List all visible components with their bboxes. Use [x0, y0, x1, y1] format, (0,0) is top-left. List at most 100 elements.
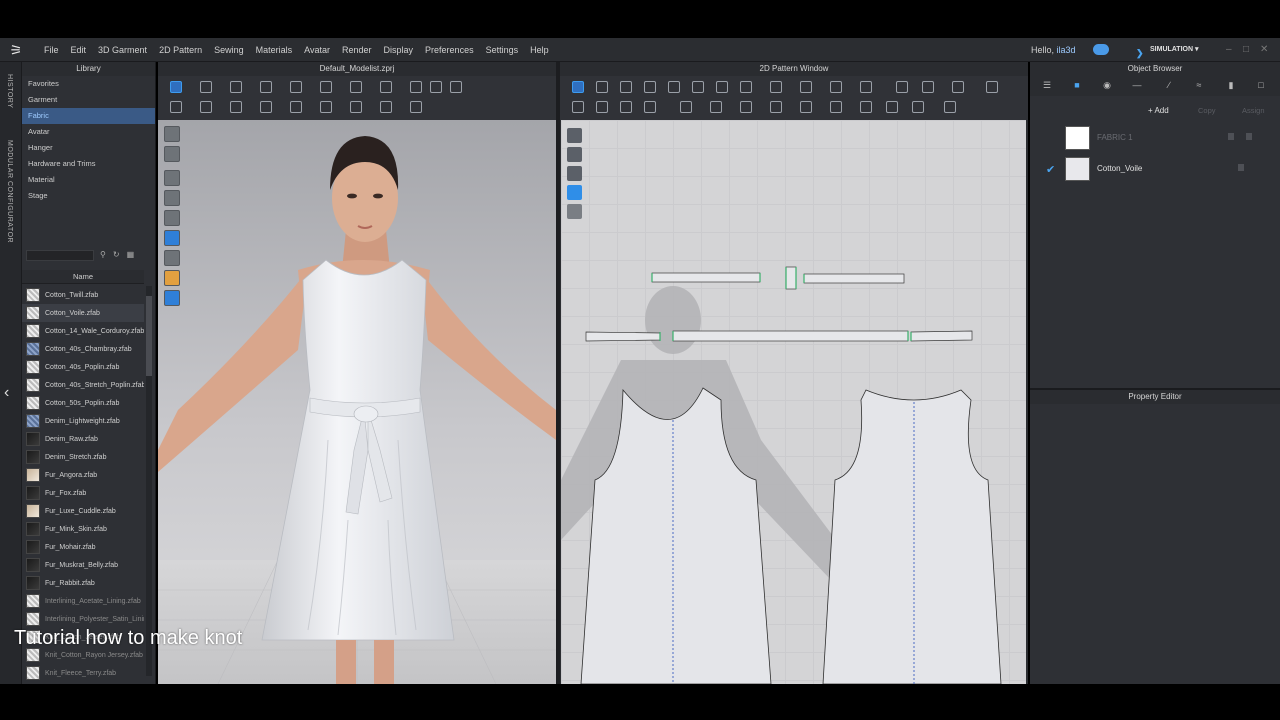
- library-file-row[interactable]: Denim_Lightweight.zfab: [22, 412, 144, 430]
- display-garment-icon[interactable]: [164, 146, 180, 162]
- fabric-grain-icon[interactable]: [800, 101, 812, 113]
- history-tab[interactable]: HISTORY: [6, 74, 13, 108]
- menu-avatar[interactable]: Avatar: [298, 38, 336, 62]
- ruler-icon[interactable]: [800, 81, 812, 93]
- stitch-tool-icon[interactable]: [230, 101, 242, 113]
- menu-materials[interactable]: Materials: [250, 38, 299, 62]
- topstitch-tool-icon[interactable]: [260, 101, 272, 113]
- library-tree-hanger[interactable]: Hanger: [22, 140, 155, 156]
- fabric-item[interactable]: ✔ Cotton_Voile: [1030, 157, 1280, 181]
- transform-tool-icon[interactable]: [200, 81, 212, 93]
- shirring-tool-icon[interactable]: [430, 81, 442, 93]
- library-file-row[interactable]: Cotton_50s_Poplin.zfab: [22, 394, 144, 412]
- edit-curvature-icon[interactable]: [620, 81, 632, 93]
- menu-display[interactable]: Display: [378, 38, 420, 62]
- brush-tool-icon[interactable]: [410, 81, 422, 93]
- user-greeting[interactable]: Hello, ila3d: [1031, 38, 1076, 62]
- stretch-icon[interactable]: [886, 101, 898, 113]
- text-icon[interactable]: [896, 81, 908, 93]
- search-icon[interactable]: ⚲: [100, 250, 106, 259]
- library-file-row[interactable]: Fur_Fox.zfab: [22, 484, 144, 502]
- menu-file[interactable]: File: [38, 38, 65, 62]
- 3d-viewport[interactable]: [158, 120, 556, 684]
- fabric-item[interactable]: FABRIC 1: [1030, 126, 1280, 150]
- add-button[interactable]: + Add: [1148, 106, 1169, 115]
- restore-icon[interactable]: □: [1243, 38, 1249, 62]
- menu-edit[interactable]: Edit: [65, 38, 93, 62]
- delete-item-icon[interactable]: [1238, 164, 1244, 171]
- check-sewing-icon[interactable]: [770, 101, 782, 113]
- transform-pattern-icon[interactable]: [572, 81, 584, 93]
- library-tree-favorites[interactable]: Favorites: [22, 76, 155, 92]
- offset-icon[interactable]: [644, 101, 656, 113]
- trace-icon[interactable]: [740, 81, 752, 93]
- tape-tool-icon[interactable]: [450, 81, 462, 93]
- globe-icon[interactable]: [164, 290, 180, 306]
- shading-icon[interactable]: [164, 250, 180, 266]
- zipper-tool-icon[interactable]: [290, 101, 302, 113]
- internal-polygon-icon[interactable]: [770, 81, 782, 93]
- tack-tool-icon[interactable]: [320, 81, 332, 93]
- rectangle-icon[interactable]: [644, 81, 656, 93]
- circle-icon[interactable]: [692, 81, 704, 93]
- copy-button[interactable]: Copy: [1198, 106, 1216, 115]
- measure-tool-icon[interactable]: [350, 81, 362, 93]
- library-tree-material[interactable]: Material: [22, 172, 155, 188]
- avatar-skin-icon[interactable]: [164, 270, 180, 286]
- edit-point-icon[interactable]: [596, 81, 608, 93]
- library-tree-fabric[interactable]: Fabric: [22, 108, 155, 124]
- curve-tool-icon[interactable]: [860, 101, 872, 113]
- library-tree-hardware-and-trims[interactable]: Hardware and Trims: [22, 156, 155, 172]
- puckering-icon[interactable]: [740, 101, 752, 113]
- library-file-row[interactable]: Fur_Rabbit.zfab: [22, 574, 144, 592]
- menu-help[interactable]: Help: [524, 38, 555, 62]
- fold-tool-icon[interactable]: [260, 81, 272, 93]
- menu-2d-pattern[interactable]: 2D Pattern: [153, 38, 208, 62]
- avatar-select-tool-icon[interactable]: [170, 101, 182, 113]
- button-tool-icon[interactable]: [320, 101, 332, 113]
- buttonhole-tool-icon[interactable]: [350, 101, 362, 113]
- show-texture-2d-icon[interactable]: [567, 185, 582, 200]
- menu-3d-garment[interactable]: 3D Garment: [92, 38, 153, 62]
- library-file-row[interactable]: Fur_Mink_Skin.zfab: [22, 520, 144, 538]
- edit-pattern-tool-icon[interactable]: [230, 81, 242, 93]
- library-file-row[interactable]: Interlining_Polyester_Satin_Lining.zfab: [22, 610, 144, 628]
- list-view-icon[interactable]: ☰: [1040, 80, 1054, 92]
- 2d-pattern-canvas[interactable]: [561, 120, 1026, 684]
- library-file-row[interactable]: Denim_Stretch.zfab: [22, 448, 144, 466]
- username[interactable]: ila3d: [1057, 45, 1076, 55]
- texture-view-icon[interactable]: [164, 230, 180, 246]
- collapse-arrow-icon[interactable]: ‹: [4, 384, 9, 402]
- library-file-row[interactable]: Cotton_40s_Poplin.zfab: [22, 358, 144, 376]
- menu-render[interactable]: Render: [336, 38, 378, 62]
- library-file-row[interactable]: Cotton_Twill.zfab: [22, 286, 144, 304]
- steam-tool-icon[interactable]: [380, 81, 392, 93]
- annotation-icon[interactable]: [922, 81, 934, 93]
- delete-item-icon[interactable]: [1246, 133, 1252, 140]
- library-tree-stage[interactable]: Stage: [22, 188, 155, 204]
- simulation-mode-dropdown[interactable]: ❯ SIMULATION ▾: [1130, 42, 1212, 58]
- library-file-row[interactable]: Interlining_Acetate_Lining.zfab: [22, 592, 144, 610]
- menu-sewing[interactable]: Sewing: [208, 38, 250, 62]
- layout-icon[interactable]: [944, 101, 956, 113]
- notch-icon[interactable]: [710, 101, 722, 113]
- display-avatar-icon[interactable]: [164, 126, 180, 142]
- pattern-group-icon[interactable]: [912, 101, 924, 113]
- library-file-row[interactable]: Denim_Raw.zfab: [22, 430, 144, 448]
- show-internal-lines-icon[interactable]: [164, 190, 180, 206]
- add-point-icon[interactable]: [572, 101, 584, 113]
- polygon-icon[interactable]: [668, 81, 680, 93]
- show-symbols-icon[interactable]: [567, 204, 582, 219]
- line-tool-icon[interactable]: [830, 101, 842, 113]
- pattern-info-icon[interactable]: [567, 166, 582, 181]
- segment-sewing-icon[interactable]: [830, 81, 842, 93]
- show-2d-grid-icon[interactable]: [567, 128, 582, 143]
- modular-configurator-tab[interactable]: MODULAR CONFIGURATOR: [6, 140, 13, 243]
- cut-icon[interactable]: [620, 101, 632, 113]
- button-tab-icon[interactable]: ◉: [1100, 80, 1114, 92]
- graphic-tool-icon[interactable]: [380, 101, 392, 113]
- close-icon[interactable]: ✕: [1260, 38, 1268, 62]
- pleat-icon[interactable]: [986, 81, 998, 93]
- library-tree-avatar[interactable]: Avatar: [22, 124, 155, 140]
- dart-icon[interactable]: [716, 81, 728, 93]
